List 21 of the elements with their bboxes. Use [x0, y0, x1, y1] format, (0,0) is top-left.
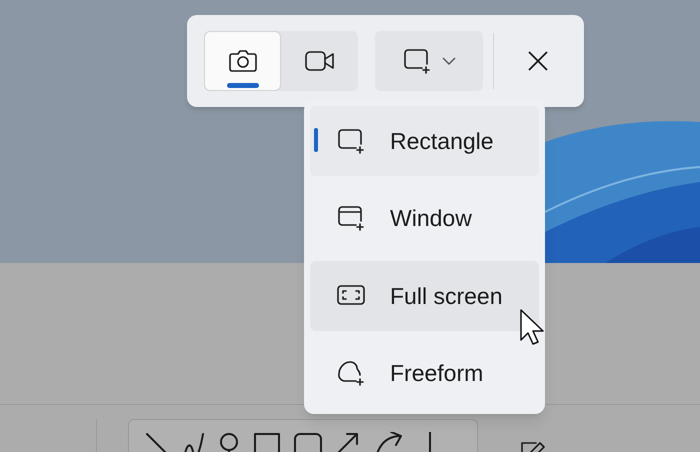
selected-indicator [227, 83, 259, 88]
mouse-pointer-icon [519, 308, 545, 346]
menu-item-label: Window [390, 204, 472, 233]
camera-icon [228, 48, 258, 74]
shape-menu-item[interactable]: Full screen [310, 261, 539, 330]
shape-menu-item[interactable]: Rectangle [310, 106, 539, 176]
rectangle-plus-icon [402, 47, 432, 75]
menu-item-label: Full screen [390, 282, 502, 310]
window-plus-icon [336, 204, 366, 232]
menu-item-label: Freeform [390, 359, 484, 388]
rectangle-plus-icon [336, 126, 366, 155]
freeform-plus-icon [336, 359, 366, 388]
shape-menu-item[interactable]: Window [310, 184, 539, 253]
photo-mode-button[interactable] [204, 31, 281, 91]
video-camera-icon [304, 49, 336, 73]
menu-item-label: Rectangle [390, 126, 494, 156]
close-icon [527, 50, 549, 72]
shape-menu-item[interactable]: Freeform [310, 338, 539, 408]
shape-dropdown-button[interactable] [375, 31, 483, 91]
chevron-down-icon [442, 57, 456, 65]
selection-indicator [314, 128, 318, 152]
